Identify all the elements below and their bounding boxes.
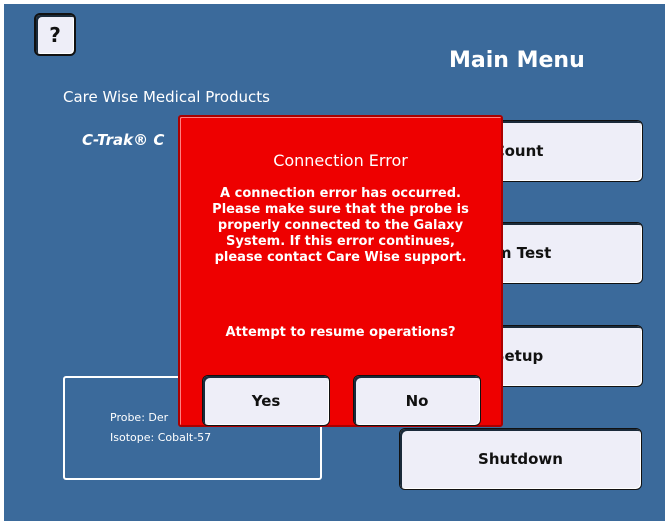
page-title: Main Menu xyxy=(449,48,585,73)
no-button[interactable]: No xyxy=(353,375,481,426)
product-name: C-Trak® C xyxy=(82,131,165,149)
dialog-message-line: System. If this error continues, xyxy=(226,234,455,249)
probe-info: Probe: Der xyxy=(110,411,169,424)
dialog-title: Connection Error xyxy=(273,151,408,170)
company-name: Care Wise Medical Products xyxy=(63,88,270,106)
help-button[interactable]: ? xyxy=(34,13,76,56)
dialog-message-line: Please make sure that the probe is xyxy=(212,202,469,217)
shutdown-button[interactable]: Shutdown xyxy=(399,428,642,490)
dialog-message: A connection error has occurred. Please … xyxy=(180,186,501,266)
main-screen: ? Main Menu Care Wise Medical Products C… xyxy=(4,4,665,521)
connection-error-dialog: Connection Error A connection error has … xyxy=(178,115,503,427)
dialog-message-line: properly connected to the Galaxy xyxy=(217,218,464,233)
dialog-message-line: A connection error has occurred. xyxy=(220,186,461,201)
dialog-message-line: please contact Care Wise support. xyxy=(214,250,467,265)
dialog-question: Attempt to resume operations? xyxy=(225,325,456,340)
yes-button[interactable]: Yes xyxy=(202,375,330,426)
isotope-info: Isotope: Cobalt-57 xyxy=(110,431,212,444)
